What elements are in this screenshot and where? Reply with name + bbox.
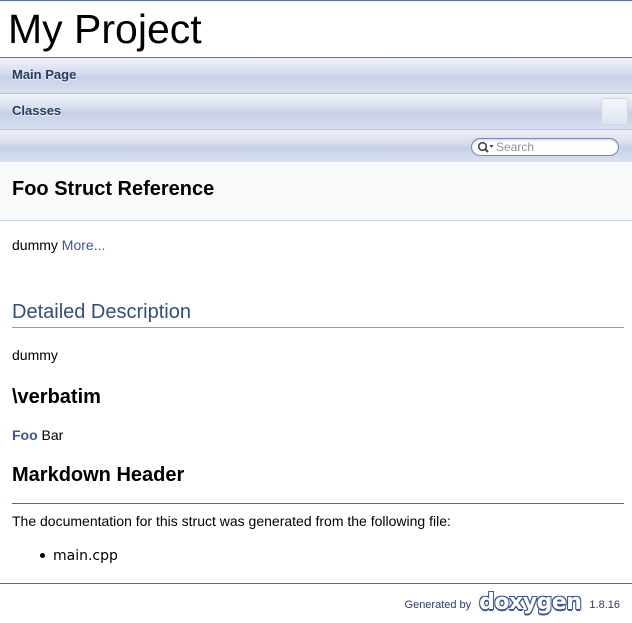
list-item: main.cpp	[40, 548, 118, 564]
page-header: Foo Struct Reference	[0, 162, 632, 221]
search-box[interactable]	[471, 138, 619, 156]
search-icon[interactable]	[477, 141, 495, 154]
search-input[interactable]	[496, 140, 611, 154]
menu-toggle-button[interactable]	[601, 98, 628, 125]
nav-classes-link[interactable]: Classes	[12, 103, 61, 118]
file-name: main.cpp	[53, 548, 118, 564]
brief-description: dummy More...	[12, 237, 105, 253]
verbatim-heading: \verbatim	[12, 386, 101, 408]
version-text: 1.8.16	[589, 599, 620, 611]
search-row	[0, 130, 632, 162]
detailed-text: dummy	[12, 347, 58, 363]
more-link[interactable]: More...	[62, 237, 106, 253]
files-intro: The documentation for this struct was ge…	[12, 513, 451, 529]
brief-text: dummy	[12, 237, 58, 253]
footer: Generated by doxygen 1.8.16	[404, 592, 620, 616]
footer-divider	[0, 583, 632, 584]
foo-bar-line: Foo Bar	[12, 427, 63, 443]
page-title: Foo Struct Reference	[12, 178, 215, 200]
foo-link[interactable]: Foo	[12, 427, 38, 443]
markdown-heading: Markdown Header	[12, 464, 185, 486]
nav-row-classes: Classes	[0, 94, 632, 130]
project-name: My Project	[8, 6, 202, 52]
doxygen-logo[interactable]: doxygen	[479, 592, 582, 614]
bar-text: Bar	[37, 427, 64, 443]
nav-row-main: Main Page	[0, 58, 632, 94]
section-divider	[12, 503, 624, 504]
bullet	[40, 552, 45, 558]
nav-main-page-link[interactable]: Main Page	[12, 67, 76, 82]
detailed-description-heading: Detailed Description	[12, 301, 624, 328]
title-area: My Project	[0, 1, 632, 58]
file-list: main.cpp	[40, 548, 118, 564]
generated-by-text: Generated by	[404, 599, 472, 611]
